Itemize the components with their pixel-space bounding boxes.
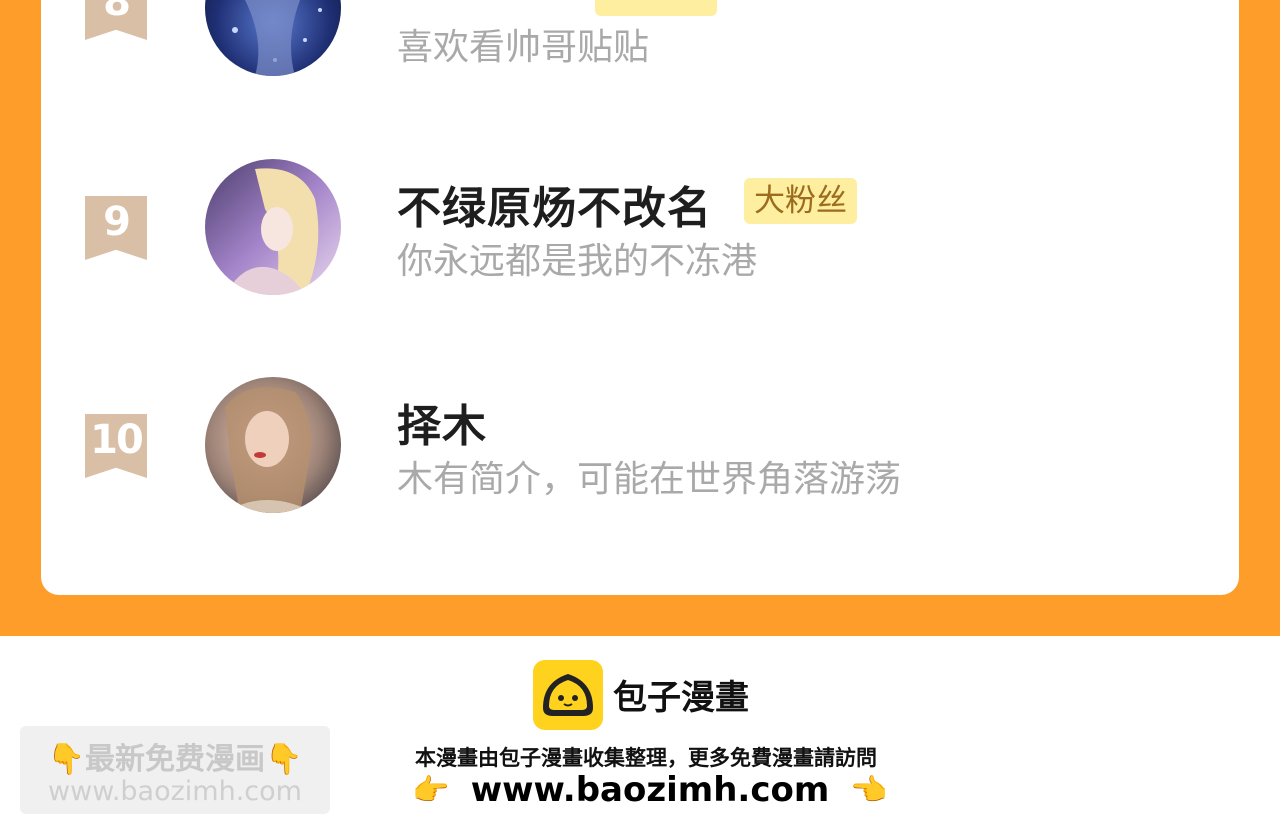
footer-url-link[interactable]: www.baozimh.com — [471, 770, 830, 810]
user-bio: 木有简介，可能在世界角落游荡 — [397, 459, 902, 500]
pointing-right-hand-icon: 👉 — [412, 772, 450, 808]
avatar-image-9 — [205, 159, 341, 295]
user-bio: 你永远都是我的不冻港 — [397, 241, 758, 282]
watermark-url: www.baozimh.com — [48, 776, 302, 807]
rank-flag-9: 9 — [85, 196, 147, 260]
fan-badge — [595, 0, 717, 16]
pointing-left-hand-icon: 👈 — [850, 772, 888, 808]
avatar[interactable] — [205, 159, 341, 295]
fan-badge: 大粉丝 — [744, 178, 857, 224]
baozi-logo[interactable]: 包子漫畫 — [533, 660, 773, 730]
ranking-row-8[interactable]: 8 喜欢看帅哥贴贴 — [0, 0, 1280, 100]
watermark: 👇最新免费漫画👇 www.baozimh.com — [20, 726, 330, 814]
avatar[interactable] — [205, 377, 341, 513]
rank-flag-10: 10 — [85, 414, 147, 478]
ranking-row-10[interactable]: 10 择木 木有简介，可能在世界角落游荡 — [0, 376, 1280, 536]
avatar-image-8 — [205, 0, 341, 76]
user-name[interactable]: 不绿原炀不改名 — [397, 172, 712, 236]
baozi-logo-text: 包子漫畫 — [613, 678, 749, 718]
avatar[interactable] — [205, 0, 341, 76]
rank-flag-8: 8 — [85, 0, 147, 40]
avatar-image-10 — [205, 377, 341, 513]
ranking-row-9[interactable]: 9 不绿原炀不改名 大粉丝 你永远都是我的不冻港 — [0, 158, 1280, 318]
user-bio: 喜欢看帅哥贴贴 — [397, 27, 650, 68]
user-name[interactable]: 择木 — [397, 390, 487, 454]
watermark-title: 👇最新免费漫画👇 — [47, 742, 303, 777]
baozi-logo-icon — [533, 660, 603, 730]
